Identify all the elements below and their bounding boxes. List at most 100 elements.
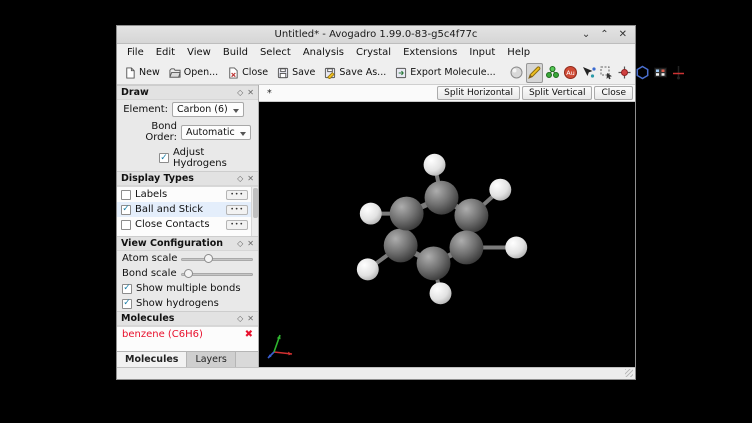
new-button[interactable]: New xyxy=(120,64,164,82)
close-panel-icon[interactable]: ✕ xyxy=(247,174,254,183)
molecules-header: Molecules ◇ ✕ xyxy=(117,311,258,326)
ball-and-stick-checkbox[interactable]: ✓ xyxy=(121,205,131,215)
element-select[interactable]: Carbon (6) xyxy=(172,102,244,117)
pencil-icon xyxy=(527,65,542,80)
close-file-button[interactable]: Close xyxy=(223,64,272,82)
measure-tool[interactable] xyxy=(580,63,597,83)
viewport-tab-strip: * Split Horizontal Split Vertical Close xyxy=(259,85,635,102)
bond-order-select[interactable]: Automatic xyxy=(181,125,251,140)
close-view-button[interactable]: Close xyxy=(594,86,633,100)
menu-help[interactable]: Help xyxy=(501,45,536,60)
float-panel-icon[interactable]: ◇ xyxy=(237,88,243,97)
fragment-tool[interactable] xyxy=(544,63,561,83)
menu-select[interactable]: Select xyxy=(254,45,297,60)
manipulate-tool[interactable] xyxy=(616,63,633,83)
molecules-panel: Molecules ◇ ✕ benzene (C6H6) ✖ xyxy=(117,311,258,351)
bond-scale-label: Bond scale xyxy=(122,268,177,279)
labels-options-button[interactable]: ••• xyxy=(226,190,248,200)
close-window-icon[interactable]: ✕ xyxy=(619,26,627,44)
split-vertical-button[interactable]: Split Vertical xyxy=(522,86,593,100)
selection-box-icon xyxy=(599,65,614,80)
maximize-icon[interactable]: ⌃ xyxy=(600,26,608,44)
float-panel-icon[interactable]: ◇ xyxy=(237,174,243,183)
menu-view[interactable]: View xyxy=(181,45,217,60)
display-type-row-ball-and-stick[interactable]: ✓ Ball and Stick ••• xyxy=(117,202,258,217)
window-title: Untitled* - Avogadro 1.99.0-83-g5c4f77c xyxy=(117,29,635,40)
show-multiple-bonds-checkbox[interactable]: ✓ xyxy=(122,284,132,294)
display-types-list: Labels ••• ✓ Ball and Stick ••• Close Co… xyxy=(117,186,258,236)
align-tool[interactable] xyxy=(670,63,687,83)
show-hydrogens-checkbox[interactable]: ✓ xyxy=(122,299,132,309)
menu-analysis[interactable]: Analysis xyxy=(297,45,350,60)
tab-layers[interactable]: Layers xyxy=(187,352,235,367)
draw-panel: Draw ◇ ✕ Element: Carbon (6) xyxy=(117,85,258,171)
statusbar xyxy=(117,367,635,379)
close-contacts-checkbox[interactable] xyxy=(121,220,131,230)
close-document-icon xyxy=(227,67,239,79)
show-multiple-bonds-label: Show multiple bonds xyxy=(136,283,241,294)
chevron-down-icon xyxy=(240,132,246,136)
view-configuration-panel: View Configuration ◇ ✕ Atom scale xyxy=(117,236,258,311)
close-panel-icon[interactable]: ✕ xyxy=(247,88,254,97)
atom-scale-handle[interactable] xyxy=(204,254,213,263)
menu-file[interactable]: File xyxy=(121,45,150,60)
select-tool[interactable] xyxy=(598,63,615,83)
float-panel-icon[interactable]: ◇ xyxy=(237,239,243,248)
draw-panel-header: Draw ◇ ✕ xyxy=(117,85,258,100)
navigate-sphere-icon xyxy=(509,65,524,80)
label-tool[interactable]: Au xyxy=(562,63,579,83)
menu-build[interactable]: Build xyxy=(217,45,254,60)
avogadro-window: Untitled* - Avogadro 1.99.0-83-g5c4f77c … xyxy=(116,25,636,380)
3d-canvas[interactable] xyxy=(259,102,635,367)
bond-order-label: Bond Order: xyxy=(122,121,177,143)
close-panel-icon[interactable]: ✕ xyxy=(247,314,254,323)
draw-tool[interactable] xyxy=(526,63,543,83)
menubar: File Edit View Build Select Analysis Cry… xyxy=(117,44,635,61)
open-button[interactable]: Open... xyxy=(165,64,222,82)
menu-extensions[interactable]: Extensions xyxy=(397,45,463,60)
viewport: * Split Horizontal Split Vertical Close xyxy=(259,85,635,367)
labels-checkbox[interactable] xyxy=(121,190,131,200)
measure-cursor-icon xyxy=(581,65,596,80)
resize-grip[interactable] xyxy=(625,369,633,377)
viewport-tab-indicator[interactable]: * xyxy=(261,88,278,99)
split-horizontal-button[interactable]: Split Horizontal xyxy=(437,86,520,100)
atom-scale-slider[interactable] xyxy=(181,253,253,264)
display-types-header: Display Types ◇ ✕ xyxy=(117,171,258,186)
display-type-row-labels[interactable]: Labels ••• xyxy=(117,187,258,202)
template-tool[interactable] xyxy=(634,63,651,83)
molecule-list-item[interactable]: benzene (C6H6) ✖ xyxy=(117,327,258,342)
delete-molecule-icon[interactable]: ✖ xyxy=(245,329,253,340)
bond-scale-slider[interactable] xyxy=(181,268,253,279)
save-button[interactable]: Save xyxy=(273,64,319,82)
titlebar: Untitled* - Avogadro 1.99.0-83-g5c4f77c … xyxy=(117,26,635,44)
minimize-icon[interactable]: ⌄ xyxy=(582,26,590,44)
draw-panel-title: Draw xyxy=(121,87,149,98)
float-panel-icon[interactable]: ◇ xyxy=(237,314,243,323)
adjust-hydrogens-checkbox[interactable]: ✓ xyxy=(159,153,169,163)
navigate-tool[interactable] xyxy=(508,63,525,83)
tab-molecules[interactable]: Molecules xyxy=(117,352,187,367)
dock-tab-bar: Molecules Layers xyxy=(117,351,258,367)
close-panel-icon[interactable]: ✕ xyxy=(247,239,254,248)
close-contacts-options-button[interactable]: ••• xyxy=(226,220,248,230)
bond-scale-handle[interactable] xyxy=(184,269,193,278)
display-types-scrollbar[interactable] xyxy=(251,187,258,236)
animation-tool[interactable] xyxy=(652,63,669,83)
new-document-icon xyxy=(124,67,136,79)
show-hydrogens-label: Show hydrogens xyxy=(136,298,219,309)
scrollbar-thumb[interactable] xyxy=(253,188,258,218)
ball-and-stick-options-button[interactable]: ••• xyxy=(226,205,248,215)
menu-input[interactable]: Input xyxy=(463,45,501,60)
save-as-button[interactable]: Save As... xyxy=(320,64,390,82)
menu-crystal[interactable]: Crystal xyxy=(350,45,397,60)
export-molecule-button[interactable]: Export Molecule... xyxy=(391,64,499,82)
display-types-title: Display Types xyxy=(121,173,194,184)
menu-edit[interactable]: Edit xyxy=(150,45,181,60)
display-type-row-close-contacts[interactable]: Close Contacts ••• xyxy=(117,217,258,232)
atom-scale-label: Atom scale xyxy=(122,253,177,264)
view-configuration-header: View Configuration ◇ ✕ xyxy=(117,236,258,251)
adjust-hydrogens-label: Adjust Hydrogens xyxy=(173,147,253,169)
svg-text:Au: Au xyxy=(566,69,575,77)
molecule-name: benzene (C6H6) xyxy=(122,329,203,340)
